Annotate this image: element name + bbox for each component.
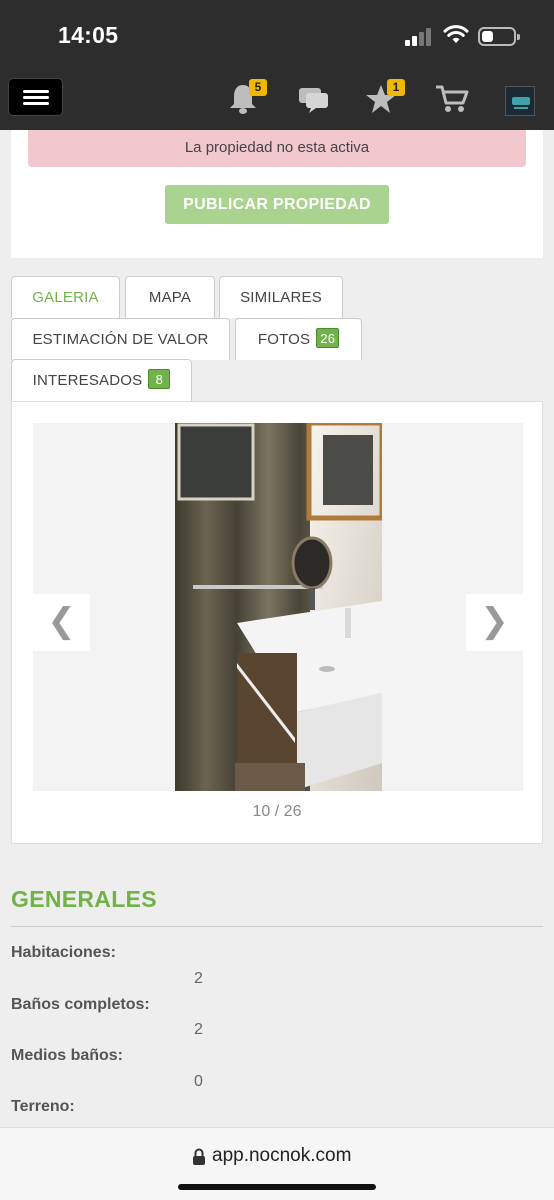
signal-icon — [405, 28, 433, 46]
property-status-panel: La propiedad no esta activa PUBLICAR PRO… — [11, 130, 543, 258]
cart-icon — [436, 85, 469, 112]
chevron-left-icon: ❮ — [47, 602, 76, 640]
interesados-count-badge: 8 — [148, 369, 171, 389]
gallery-next-button[interactable]: ❯ — [466, 594, 523, 651]
cart-button[interactable] — [434, 82, 470, 116]
wifi-icon — [443, 25, 469, 43]
tab-mapa[interactable]: MAPA — [125, 276, 215, 318]
section-title-generales: GENERALES — [11, 886, 157, 912]
battery-level — [482, 31, 493, 42]
tab-label: INTERESADOS — [32, 372, 143, 389]
field-label-habitaciones: Habitaciones: — [11, 944, 116, 961]
avatar[interactable] — [505, 86, 535, 116]
logo-icon — [512, 97, 530, 109]
field-value-banos-completos: 2 — [194, 1021, 203, 1038]
tab-interesados[interactable]: INTERESADOS 8 — [11, 359, 192, 401]
tab-label: MAPA — [148, 289, 192, 306]
section-divider — [11, 926, 543, 927]
browser-url-bar[interactable]: app.nocnok.com — [0, 1127, 554, 1200]
field-label-banos-completos: Baños completos: — [11, 996, 150, 1013]
url-text: app.nocnok.com — [212, 1145, 352, 1166]
gallery-carousel[interactable]: ❮ ❯ — [33, 423, 523, 791]
favorites-button[interactable]: 1 — [363, 79, 405, 116]
chat-icon — [299, 88, 328, 113]
gallery-counter: 10 / 26 — [252, 803, 302, 820]
fotos-count-badge: 26 — [316, 328, 340, 348]
inactive-alert: La propiedad no esta activa — [28, 130, 526, 167]
gallery-photo — [175, 423, 382, 791]
chevron-right-icon: ❯ — [480, 602, 509, 640]
gallery-prev-button[interactable]: ❮ — [33, 594, 90, 651]
home-indicator — [178, 1184, 376, 1190]
tab-label: SIMILARES — [240, 289, 322, 306]
tab-similares[interactable]: SIMILARES — [219, 276, 343, 318]
field-label-medios-banos: Medios baños: — [11, 1047, 124, 1064]
tab-estimacion-de-valor[interactable]: ESTIMACIÓN DE VALOR — [11, 318, 230, 360]
status-bar: 14:05 — [0, 0, 554, 66]
menu-button[interactable] — [8, 78, 63, 116]
tab-fotos[interactable]: FOTOS 26 — [235, 318, 362, 360]
publish-property-button[interactable]: PUBLICAR PROPIEDAD — [165, 185, 389, 224]
field-value-habitaciones: 2 — [194, 970, 203, 987]
gallery-panel: ❮ ❯ 10 / 26 — [11, 401, 543, 844]
tab-galeria[interactable]: GALERIA — [11, 276, 120, 318]
field-value-medios-banos: 0 — [194, 1073, 203, 1090]
notifications-badge: 5 — [249, 79, 267, 96]
top-navbar: 5 1 — [0, 66, 554, 130]
battery-icon — [478, 27, 520, 46]
messages-button[interactable] — [296, 82, 332, 116]
tab-label: FOTOS — [257, 331, 311, 348]
field-label-terreno: Terreno: — [11, 1098, 75, 1115]
tab-label: GALERIA — [32, 289, 99, 306]
notifications-button[interactable]: 5 — [225, 79, 267, 116]
favorites-badge: 1 — [387, 79, 405, 96]
tab-label: ESTIMACIÓN DE VALOR — [32, 331, 209, 348]
lock-icon — [193, 1148, 205, 1165]
status-time: 14:05 — [58, 22, 119, 48]
